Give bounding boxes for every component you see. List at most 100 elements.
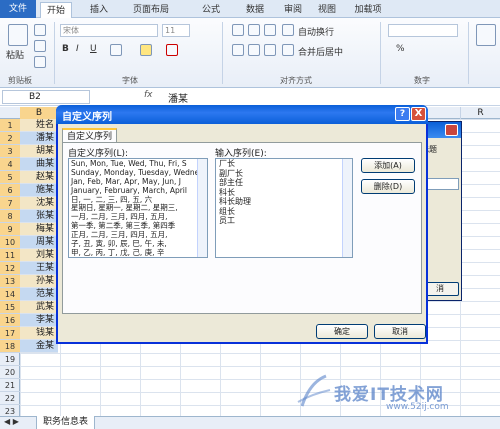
list-item[interactable]: Jan, Feb, Mar, Apr, May, Jun, J (69, 177, 207, 186)
table-cell[interactable]: 姓名 (20, 119, 58, 132)
list-entries-textarea[interactable]: 厂长 副厂长 部主任 科长 科长助理 组长 员工 (215, 158, 353, 258)
row-number[interactable]: 6 (0, 184, 20, 197)
table-cell[interactable]: 赵某 (20, 171, 58, 184)
ok-button[interactable]: 确定 (316, 324, 368, 339)
formula-input[interactable]: 潘某 (168, 90, 188, 105)
table-cell[interactable]: 李某 (20, 314, 58, 327)
row-number[interactable]: 2 (0, 132, 20, 145)
row-number[interactable]: 20 (0, 366, 20, 379)
percent-button[interactable]: % (396, 44, 405, 54)
list-item[interactable]: Sun, Mon, Tue, Wed, Thu, Fri, S (69, 159, 207, 168)
table-cell[interactable]: 周某 (20, 236, 58, 249)
tab-data[interactable]: 数据 (240, 2, 270, 18)
custom-lists-listbox[interactable]: Sun, Mon, Tue, Wed, Thu, Fri, S Sunday, M… (68, 158, 208, 258)
table-cell[interactable]: 刘某 (20, 249, 58, 262)
row-number[interactable]: 13 (0, 275, 20, 288)
align-left-icon[interactable] (232, 44, 244, 56)
row-number[interactable]: 14 (0, 288, 20, 301)
conditional-format-icon[interactable] (476, 24, 496, 46)
table-cell[interactable]: 张某 (20, 210, 58, 223)
delete-button[interactable]: 删除(D) (361, 179, 415, 194)
listbox-scrollbar[interactable] (197, 159, 207, 257)
row-number[interactable]: 3 (0, 145, 20, 158)
align-top-icon[interactable] (232, 24, 244, 36)
table-cell[interactable]: 武某 (20, 301, 58, 314)
row-number[interactable]: 15 (0, 301, 20, 314)
list-item[interactable]: 第一季, 第二季, 第三季, 第四季 (69, 221, 207, 230)
close-icon[interactable]: X (411, 107, 426, 121)
row-number[interactable]: 11 (0, 249, 20, 262)
row-number[interactable]: 17 (0, 327, 20, 340)
list-item[interactable]: 正月, 二月, 三月, 四月, 五月, (69, 230, 207, 239)
italic-button[interactable]: I (76, 44, 79, 54)
tab-home[interactable]: 开始 (40, 2, 72, 19)
table-cell[interactable]: 王某 (20, 262, 58, 275)
paste-icon[interactable] (8, 24, 28, 46)
table-cell[interactable]: 钱某 (20, 327, 58, 340)
tab-insert[interactable]: 插入 (84, 2, 114, 18)
list-item[interactable]: 一月, 二月, 三月, 四月, 五月, (69, 212, 207, 221)
bold-button[interactable]: B (62, 44, 69, 54)
sheet-nav-icon[interactable]: ◀ ▶ (4, 417, 19, 426)
tab-page-layout[interactable]: 页面布局 (128, 2, 174, 18)
row-number[interactable]: 10 (0, 236, 20, 249)
row-number[interactable]: 5 (0, 171, 20, 184)
row-number[interactable]: 7 (0, 197, 20, 210)
name-box[interactable]: B2 (2, 90, 90, 104)
tab-formulas[interactable]: 公式 (196, 2, 226, 18)
underline-button[interactable]: U (90, 44, 97, 54)
wrap-text-icon[interactable] (282, 24, 294, 36)
merge-center-icon[interactable] (282, 44, 294, 56)
table-cell[interactable]: 胡某 (20, 145, 58, 158)
tab-addins[interactable]: 加载项 (350, 2, 386, 18)
align-right-icon[interactable] (264, 44, 276, 56)
table-cell[interactable]: 梅某 (20, 223, 58, 236)
tab-review[interactable]: 审阅 (278, 2, 308, 18)
wrap-text-button[interactable]: 自动换行 (298, 25, 334, 38)
table-cell[interactable]: 沈某 (20, 197, 58, 210)
textarea-scrollbar[interactable] (342, 159, 352, 257)
row-number[interactable]: 12 (0, 262, 20, 275)
table-cell[interactable]: 潘某 (20, 132, 58, 145)
list-item[interactable]: 厂长, 副厂长, 部主任, 科长, 科 (69, 256, 207, 257)
table-cell[interactable]: 金某 (20, 340, 58, 353)
align-middle-icon[interactable] (248, 24, 260, 36)
border-icon[interactable] (110, 44, 122, 56)
list-item[interactable]: 子, 丑, 寅, 卯, 辰, 巳, 午, 未, (69, 239, 207, 248)
fill-color-icon[interactable] (140, 44, 152, 56)
table-cell[interactable]: 曲某 (20, 158, 58, 171)
row-number[interactable]: 21 (0, 379, 20, 392)
align-bottom-icon[interactable] (264, 24, 276, 36)
row-number[interactable]: 19 (0, 353, 20, 366)
align-center-icon[interactable] (248, 44, 260, 56)
row-number[interactable]: 8 (0, 210, 20, 223)
sheet-tab[interactable]: 职务信息表 (36, 416, 96, 429)
paste-button[interactable]: 粘贴 (6, 48, 24, 61)
help-icon[interactable]: ? (395, 107, 410, 121)
table-cell[interactable]: 施某 (20, 184, 58, 197)
row-number[interactable]: 1 (0, 119, 20, 132)
copy-icon[interactable] (34, 40, 46, 52)
close-icon[interactable] (445, 124, 458, 136)
tab-view[interactable]: 视图 (312, 2, 342, 18)
row-number[interactable]: 18 (0, 340, 20, 353)
row-number[interactable]: 4 (0, 158, 20, 171)
number-format-combo[interactable] (388, 24, 458, 37)
list-item[interactable]: 甲, 乙, 丙, 丁, 戊, 己, 庚, 辛 (69, 248, 207, 257)
font-color-icon[interactable] (166, 44, 178, 56)
tab-file[interactable]: 文件 (0, 0, 36, 18)
row-number[interactable]: 22 (0, 392, 20, 405)
font-name-combo[interactable]: 宋体 (60, 24, 158, 37)
cut-icon[interactable] (34, 24, 46, 36)
table-cell[interactable]: 范某 (20, 288, 58, 301)
list-item[interactable]: 日, 一, 二, 三, 四, 五, 六 (69, 195, 207, 204)
format-painter-icon[interactable] (34, 56, 46, 68)
merge-center-button[interactable]: 合并后居中 (298, 45, 343, 58)
column-r-header[interactable]: R (460, 107, 500, 119)
column-b-header[interactable]: B (20, 107, 58, 119)
font-size-combo[interactable]: 11 (162, 24, 190, 37)
list-item[interactable]: January, February, March, April (69, 186, 207, 195)
tab-custom-lists[interactable]: 自定义序列 (62, 128, 118, 143)
list-item[interactable]: Sunday, Monday, Tuesday, Wednes (69, 168, 207, 177)
table-cell[interactable]: 孙某 (20, 275, 58, 288)
